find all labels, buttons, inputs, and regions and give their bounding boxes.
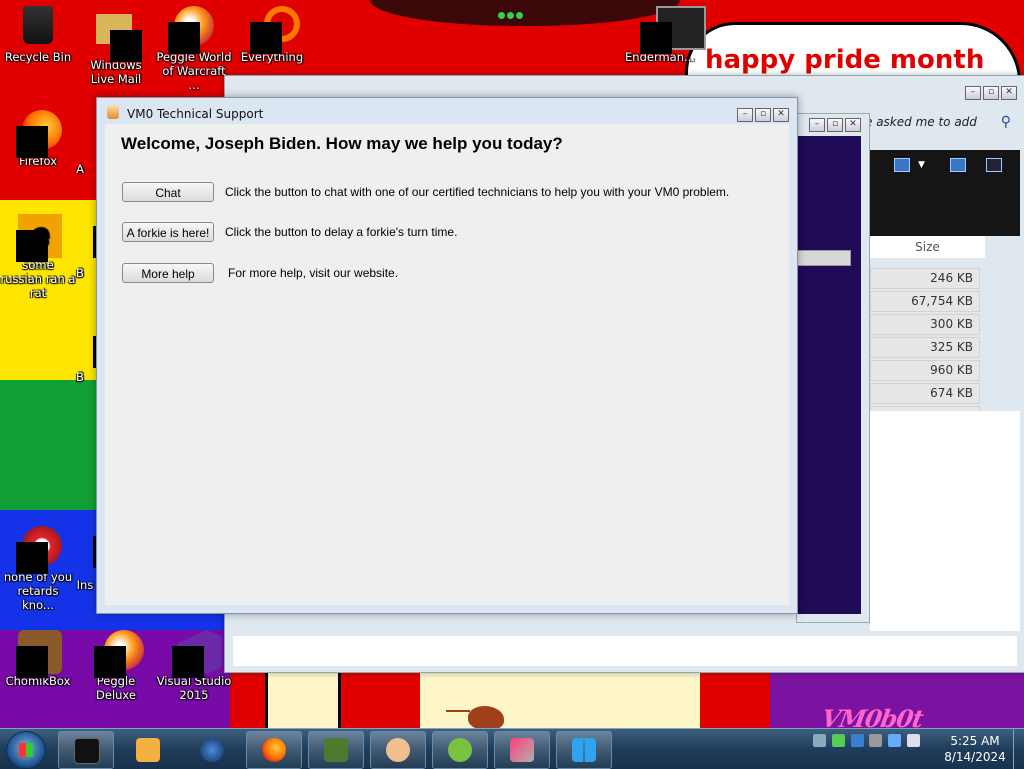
desktop-icon-visual-studio[interactable]: Visual Studio 2015 — [156, 630, 232, 702]
wallpaper-green-dots — [498, 8, 528, 19]
tray-app-icon[interactable] — [831, 734, 845, 747]
background-window-content — [797, 136, 861, 614]
taskbar-app-support[interactable] — [370, 731, 426, 769]
desktop-icon-firefox[interactable]: Firefox — [0, 110, 76, 168]
desktop-icon-opera[interactable]: none of you retards kno... — [0, 526, 76, 612]
taskbar: 5:25 AM 8/14/2024 — [0, 728, 1024, 769]
maximize-button[interactable]: ▫ — [827, 118, 843, 132]
tray-app-icon[interactable] — [850, 734, 864, 747]
file-size-cell[interactable]: 960 KB — [870, 360, 980, 381]
chat-button[interactable]: Chat — [122, 182, 214, 202]
maximize-button[interactable]: ▫ — [755, 108, 771, 122]
show-desktop-button[interactable] — [1013, 729, 1024, 769]
network-icon[interactable] — [869, 734, 883, 747]
clock-time: 5:25 AM — [950, 734, 1000, 748]
taskbar-app-firefox[interactable] — [246, 731, 302, 769]
desktop-icon-chomikbox[interactable]: ChomikBox — [0, 630, 76, 688]
maximize-button[interactable]: ▫ — [983, 86, 999, 100]
dialog-title: VM0 Technical Support — [127, 107, 264, 121]
dialog-caption-buttons: – ▫ ✕ — [737, 108, 789, 122]
desktop-icon-jar[interactable]: e some russian ran a rat — [0, 214, 76, 300]
tray-app-icon[interactable] — [907, 734, 921, 747]
desktop-icon-peggle-wow[interactable]: Peggle World of Warcraft ... — [156, 6, 232, 92]
media-player-icon — [136, 738, 160, 762]
more-help-button[interactable]: More help — [122, 263, 214, 283]
explorer-bottom-pane — [233, 636, 1017, 666]
desktop-icon-label: Recycle Bin — [4, 50, 72, 64]
tray-arrow-icon[interactable] — [813, 734, 826, 747]
taskbar-app-lime[interactable] — [432, 731, 488, 769]
dialog-titlebar[interactable]: VM0 Technical Support – ▫ ✕ — [97, 98, 797, 124]
desktop-icon-recycle-bin[interactable]: Recycle Bin — [0, 6, 76, 64]
minimize-button[interactable]: – — [809, 118, 825, 132]
file-size-list: 246 KB 67,754 KB 300 KB 325 KB 960 KB 67… — [870, 268, 980, 429]
minimize-button[interactable]: – — [965, 86, 981, 100]
minecraft-icon — [324, 738, 348, 762]
dialog-content: Welcome, Joseph Biden. How may we help y… — [105, 124, 789, 605]
desktop-icon-everything[interactable]: Everything — [234, 6, 310, 64]
firefox-icon — [262, 738, 286, 762]
progress-bar — [797, 250, 851, 266]
explorer-file-area — [870, 411, 1020, 631]
desktop-icon-windows-live-mail[interactable]: Windows Live Mail — [78, 6, 154, 86]
column-header-size[interactable]: Size — [870, 236, 985, 258]
partial-icon-label: B — [76, 266, 84, 280]
taskbar-app-windows[interactable] — [556, 731, 612, 769]
support-agent-icon — [386, 738, 410, 762]
desktop-icon-label: Peggle Deluxe — [96, 674, 136, 702]
close-button[interactable]: ✕ — [773, 108, 789, 122]
lime-icon — [448, 738, 472, 762]
desktop-icon-label: Windows Live Mail — [90, 58, 142, 86]
desktop-icon-enderman[interactable]: Enderman... — [622, 6, 706, 64]
file-size-cell[interactable]: 246 KB — [870, 268, 980, 289]
windows-logo-icon — [19, 743, 33, 757]
taskbar-app-minecraft[interactable] — [308, 731, 364, 769]
file-size-cell[interactable]: 325 KB — [870, 337, 980, 358]
recycle-bin-icon — [23, 6, 53, 44]
volume-icon[interactable] — [888, 734, 902, 747]
globe-icon — [200, 738, 224, 762]
start-button[interactable] — [6, 731, 46, 769]
file-size-cell[interactable]: 300 KB — [870, 314, 980, 335]
forkie-description: Click the button to delay a forkie's tur… — [225, 225, 458, 239]
more-help-description: For more help, visit our website. — [228, 266, 399, 280]
desktop-icon-peggle-deluxe[interactable]: Peggle Deluxe — [78, 630, 154, 702]
taskbar-app-terminal[interactable] — [58, 731, 114, 769]
chat-description: Click the button to chat with one of our… — [225, 185, 730, 199]
welcome-headline: Welcome, Joseph Biden. How may we help y… — [121, 134, 563, 153]
file-size-cell[interactable]: 674 KB — [870, 383, 980, 404]
folder-icon — [986, 158, 1002, 172]
explorer-toolbar-thumbnails: ▼ — [870, 150, 1020, 236]
chevron-down-icon[interactable]: ▼ — [918, 160, 925, 170]
explorer-search-input[interactable]: e asked me to add — [865, 115, 977, 129]
support-dialog[interactable]: VM0 Technical Support – ▫ ✕ Welcome, Jos… — [96, 97, 798, 614]
terminal-icon — [74, 738, 100, 764]
paint-icon — [510, 738, 534, 762]
close-button[interactable]: ✕ — [1001, 86, 1017, 100]
wallpaper-cream-shape — [265, 672, 341, 730]
search-icon[interactable]: ⚲ — [1001, 114, 1011, 130]
pride-text: happy pride month — [705, 45, 985, 75]
taskbar-clock[interactable]: 5:25 AM 8/14/2024 — [940, 733, 1010, 765]
desktop-icon-label: Peggle World of Warcraft ... — [156, 50, 232, 92]
close-button[interactable]: ✕ — [845, 118, 861, 132]
forkie-button[interactable]: A forkie is here! — [122, 222, 214, 242]
partial-icon-label: A — [76, 162, 84, 176]
folder-icon — [894, 158, 910, 172]
background-window[interactable]: – ▫ ✕ — [796, 113, 870, 623]
support-agent-icon — [107, 105, 119, 119]
taskbar-app-media-player[interactable] — [120, 731, 176, 769]
folder-icon — [950, 158, 966, 172]
taskbar-app-globe[interactable] — [184, 731, 240, 769]
partial-icon-label: B — [76, 370, 84, 384]
file-size-cell[interactable]: 67,754 KB — [870, 291, 980, 312]
desktop-icon-label: Visual Studio 2015 — [156, 674, 232, 702]
window-caption-buttons: – ▫ ✕ — [809, 118, 861, 132]
windows-tiles-icon — [572, 738, 596, 762]
taskbar-app-paint[interactable] — [494, 731, 550, 769]
system-tray — [812, 731, 932, 767]
clock-date: 8/14/2024 — [944, 750, 1006, 764]
explorer-caption-buttons: – ▫ ✕ — [965, 86, 1017, 100]
minimize-button[interactable]: – — [737, 108, 753, 122]
